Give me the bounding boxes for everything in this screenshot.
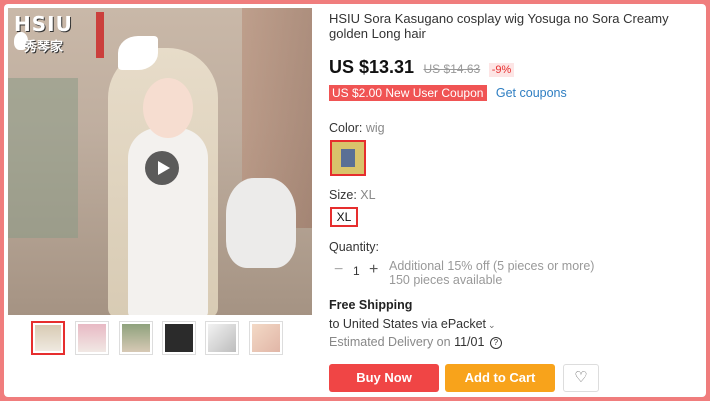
hair-bow [118,36,158,70]
background-window [8,78,78,238]
size-value: XL [360,188,376,202]
logo-subtext: 秀琴家 [24,39,64,54]
thumbnail-6[interactable] [249,321,283,355]
bulk-discount-note: Additional 15% off (5 pieces or more) [389,259,595,273]
thumbnail-1[interactable] [31,321,65,355]
coupon-row: US $2.00 New User Coupon Get coupons [329,84,567,102]
chevron-down-icon: ⌄ [488,320,496,330]
price-row: US $13.31 US $14.63 -9% [329,57,515,77]
brand-logo: HSIU 秀琴家 [14,12,110,58]
current-price: US $13.31 [329,57,415,77]
swatch-image [341,149,355,167]
stock-available: 150 pieces available [389,273,503,287]
shipping-destination-selector[interactable]: to United States via ePacket ⌄ [329,317,496,331]
size-label-text: Size: [329,188,357,202]
new-user-coupon-badge: US $2.00 New User Coupon [329,85,488,101]
quantity-decrement-button[interactable]: − [334,261,343,279]
delivery-date: 11/01 [454,335,485,349]
estimated-delivery: Estimated Delivery on 11/01 ? [329,335,502,349]
size-option-xl[interactable]: XL [330,207,358,227]
discount-badge: -9% [488,63,515,77]
product-card: HSIU 秀琴家 HSIU Sora Kasugano cosplay wig … [4,4,706,397]
quantity-value[interactable]: 1 [353,264,360,278]
thumbnail-4[interactable] [162,321,196,355]
quantity-increment-button[interactable]: + [369,261,378,279]
quantity-note: Additional 15% off (5 pieces or more) 15… [389,259,594,287]
thumbnail-5[interactable] [205,321,239,355]
thumbnail-3[interactable] [119,321,153,355]
wishlist-heart-icon[interactable]: ♡ [563,364,599,392]
get-coupons-link[interactable]: Get coupons [496,86,567,100]
logo-text: HSIU [14,12,73,36]
quantity-label: Quantity: [329,240,380,254]
size-label: Size: XL [329,188,376,202]
shipping-destination-text: to United States via ePacket [329,317,487,331]
color-label: Color: wig [329,121,385,135]
color-value: wig [365,121,385,135]
plush-toy [226,178,296,268]
delivery-label: Estimated Delivery on [329,335,451,349]
logo-tag [96,12,104,58]
video-play-button[interactable] [145,151,179,185]
shipping-title: Free Shipping [329,298,413,312]
color-swatch-wig[interactable] [330,140,366,176]
product-main-image[interactable]: HSIU 秀琴家 [8,8,312,315]
model-face [143,78,193,138]
color-label-text: Color: [329,121,363,135]
original-price: US $14.63 [423,62,481,76]
product-title: HSIU Sora Kasugano cosplay wig Yosuga no… [329,11,669,41]
help-icon[interactable]: ? [489,336,502,349]
buy-now-button[interactable]: Buy Now [329,364,439,392]
thumbnail-2[interactable] [75,321,109,355]
add-to-cart-button[interactable]: Add to Cart [445,364,555,392]
